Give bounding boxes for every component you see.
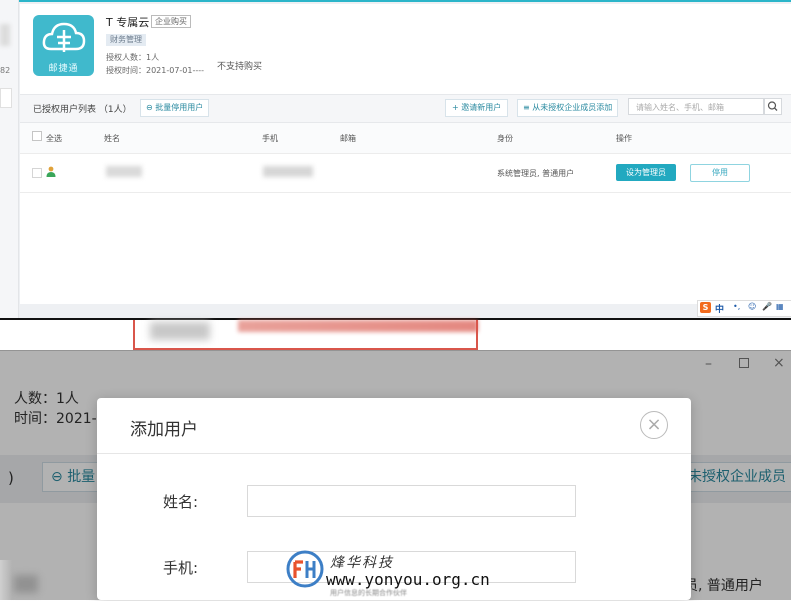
search-button[interactable] — [764, 98, 782, 115]
sogou-logo-icon: S — [700, 302, 711, 313]
invite-user-label: 邀请新用户 — [461, 103, 502, 112]
phone-label: 手机: — [163, 559, 199, 577]
blurred-phone — [263, 166, 313, 177]
list-icon: ≡ — [523, 103, 530, 112]
blurred-name — [106, 166, 142, 177]
name-label: 姓名: — [163, 493, 199, 511]
licensed-users-title: 已授权用户列表 （1人） — [33, 105, 132, 115]
header-select-all: 全选 — [46, 134, 62, 143]
add-unlicensed-member-button[interactable]: ≡ 从未授权企业成员添加 — [517, 99, 619, 117]
category-badge: 财务管理 — [106, 34, 146, 46]
row-identity: 系统管理员, 普通用户 — [497, 169, 575, 178]
blurred-content — [150, 322, 210, 340]
header-identity: 身份 — [497, 134, 513, 143]
dialog-divider — [97, 453, 691, 454]
cropped-red-annotation — [238, 320, 478, 332]
watermark-url: www.yonyou.org.cn — [326, 570, 490, 589]
ime-language[interactable]: 中 — [715, 302, 724, 315]
header-actions: 操作 — [616, 134, 632, 143]
license-count: 授权人数：1人 — [106, 53, 160, 62]
header-email: 邮箱 — [340, 134, 356, 143]
keyboard-icon[interactable]: ▦ — [776, 302, 784, 311]
row-checkbox[interactable] — [32, 168, 42, 178]
top-accent-line — [0, 0, 791, 2]
microphone-icon[interactable]: 🎤 — [762, 302, 772, 311]
app-logo-text: 邮捷通 — [48, 64, 79, 74]
watermark-company: 烽华科技 — [330, 555, 394, 571]
invite-user-button[interactable]: + 邀请新用户 — [445, 99, 509, 117]
disable-user-button[interactable]: 停用 — [690, 164, 750, 182]
emoji-icon[interactable]: ☺ — [748, 302, 756, 311]
left-blurred-item — [0, 24, 10, 46]
header-name: 姓名 — [104, 134, 120, 143]
add-unlicensed-label: 从未授权企业成员添加 — [532, 103, 613, 112]
name-input[interactable] — [247, 485, 576, 517]
app-name: T 专属云 — [106, 16, 150, 29]
plus-icon: + — [452, 103, 459, 112]
batch-disable-label: 批量停用用户 — [155, 103, 204, 112]
watermark-logo-icon — [286, 550, 324, 588]
left-partial-number: 82 — [0, 66, 11, 75]
table-header — [20, 123, 791, 154]
batch-disable-button[interactable]: ⊖ 批量停用用户 — [140, 99, 210, 117]
minus-circle-icon: ⊖ — [146, 103, 153, 112]
admin-user-icon — [46, 166, 56, 177]
select-all-checkbox[interactable] — [32, 131, 42, 141]
left-edge-shadow — [0, 560, 12, 600]
enterprise-buy-badge: 企业购买 — [151, 15, 191, 28]
dialog-title: 添加用户 — [130, 420, 198, 440]
search-input[interactable]: 请输入姓名、手机、邮箱 — [628, 98, 764, 115]
dialog-close-icon[interactable]: × — [640, 411, 668, 439]
no-purchase-note: 不支持购买 — [217, 62, 263, 72]
search-icon — [767, 101, 778, 111]
left-partial-field — [0, 88, 12, 108]
header-phone: 手机 — [262, 134, 278, 143]
app-logo-icon: 邮捷通 — [33, 15, 94, 76]
left-sidebar-strip — [0, 0, 19, 318]
watermark-slogan: 用户信息的长期合作伙伴 — [330, 589, 407, 597]
license-time: 授权时间：2021-07-01---- — [106, 66, 205, 75]
punctuation-icon[interactable]: •, — [733, 302, 740, 311]
set-admin-button[interactable]: 设为管理员 — [616, 164, 676, 181]
